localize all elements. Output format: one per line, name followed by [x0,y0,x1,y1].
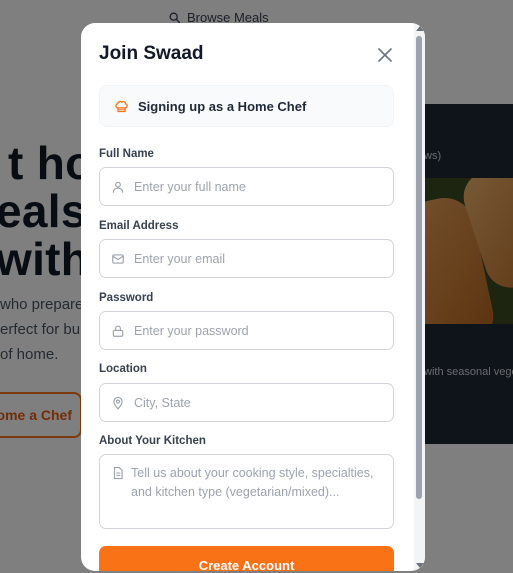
kitchen-field[interactable] [99,454,394,529]
scroll-thumb[interactable] [416,36,422,499]
role-banner-text: Signing up as a Home Chef [138,98,307,114]
map-pin-icon [113,396,123,410]
password-input[interactable] [134,323,374,338]
location-label: Location [99,363,147,375]
user-icon [112,181,124,193]
document-icon [113,466,123,480]
signup-modal: Join Swaad Signing up as a Home Chef Ful… [81,23,425,571]
email-label: Email Address [99,220,179,232]
kitchen-label: About Your Kitchen [99,435,206,447]
modal-title: Join Swaad [99,43,204,64]
create-account-button[interactable]: Create Account [99,546,394,571]
mail-icon [112,253,124,264]
email-input[interactable] [134,251,374,266]
chef-hat-icon [115,100,128,112]
email-field[interactable] [99,239,394,278]
password-label: Password [99,292,154,304]
kitchen-textarea[interactable] [131,464,387,522]
role-banner: Signing up as a Home Chef [99,85,394,127]
scroll-down-arrow-icon[interactable] [416,563,424,568]
full-name-input[interactable] [134,179,374,194]
location-field[interactable] [99,383,394,422]
modal-scrollbar[interactable] [414,23,425,571]
lock-icon [112,324,124,337]
close-button[interactable] [375,45,395,65]
scroll-up-arrow-icon[interactable] [416,26,424,31]
full-name-field[interactable] [99,167,394,206]
close-icon [378,48,392,62]
password-field[interactable] [99,311,394,350]
full-name-label: Full Name [99,148,154,160]
location-input[interactable] [134,395,374,410]
